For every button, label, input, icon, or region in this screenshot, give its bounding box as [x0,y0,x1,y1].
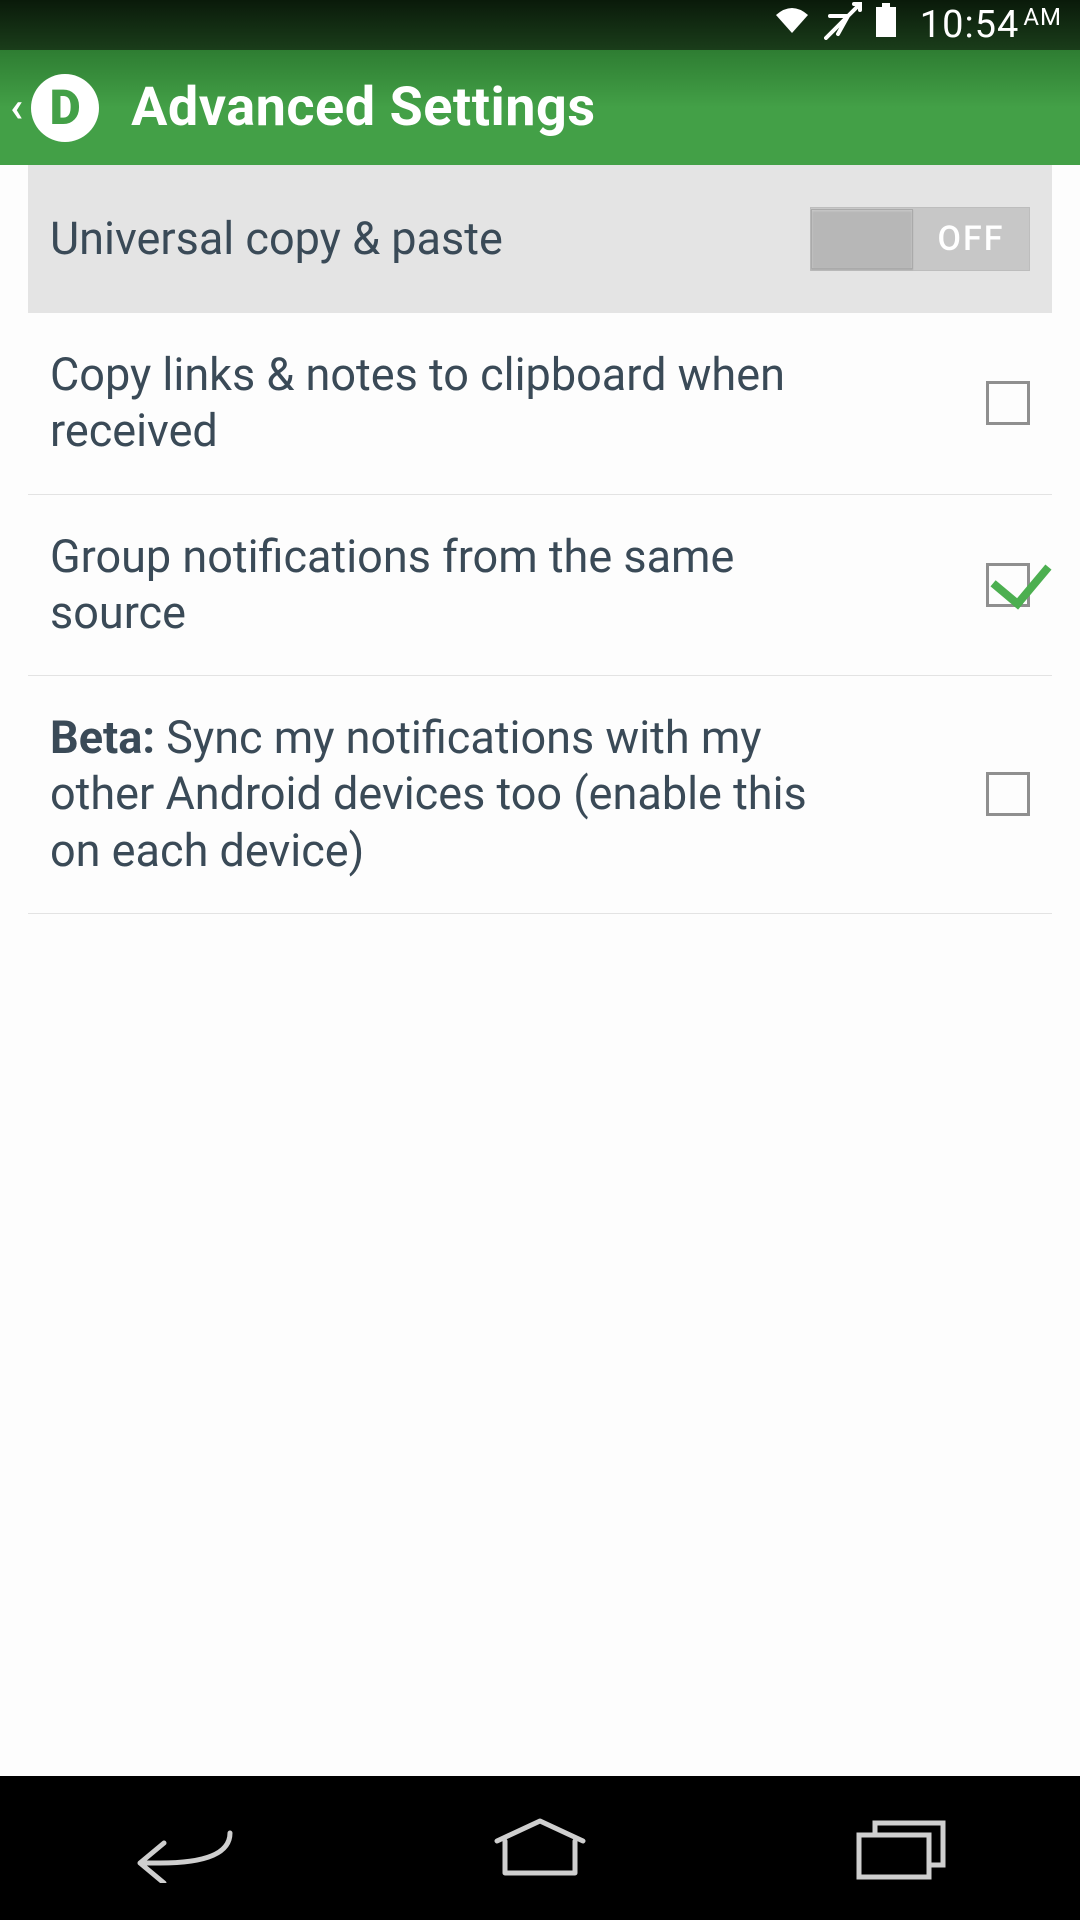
nav-recent-button[interactable] [800,1798,1000,1898]
setting-beta-sync[interactable]: Beta: Sync my notifications with my othe… [28,676,1052,914]
toggle-text: OFF [913,219,1029,259]
status-icons: 10:54AM [772,2,1062,48]
setting-label: Group notifications from the same source [50,529,810,642]
wifi-icon [772,5,812,45]
checkbox-group-notifications[interactable] [986,563,1030,607]
setting-label: Beta: Sync my notifications with my othe… [50,710,810,879]
settings-list: Universal copy & paste OFF Copy links & … [0,165,1080,914]
checkbox-copy-links[interactable] [986,381,1030,425]
battery-icon [874,3,898,47]
toggle-knob [811,209,913,269]
back-icon[interactable]: ‹ [10,83,23,132]
status-bar: 10:54AM [0,0,1080,50]
navigation-bar [0,1776,1080,1920]
page-title: Advanced Settings [131,76,596,139]
action-bar: ‹ D Advanced Settings [0,50,1080,165]
setting-group-notifications[interactable]: Group notifications from the same source [28,495,1052,677]
airplane-icon [824,2,862,48]
nav-home-button[interactable] [440,1798,640,1898]
toggle-universal-copy[interactable]: OFF [810,207,1030,271]
setting-label: Universal copy & paste [50,211,503,267]
status-time: 10:54AM [920,3,1062,47]
setting-universal-copy[interactable]: Universal copy & paste OFF [28,165,1052,313]
setting-label: Copy links & notes to clipboard when rec… [50,347,810,460]
setting-copy-links[interactable]: Copy links & notes to clipboard when rec… [28,313,1052,495]
checkbox-beta-sync[interactable] [986,772,1030,816]
nav-back-button[interactable] [80,1798,280,1898]
app-icon[interactable]: D [31,74,99,142]
